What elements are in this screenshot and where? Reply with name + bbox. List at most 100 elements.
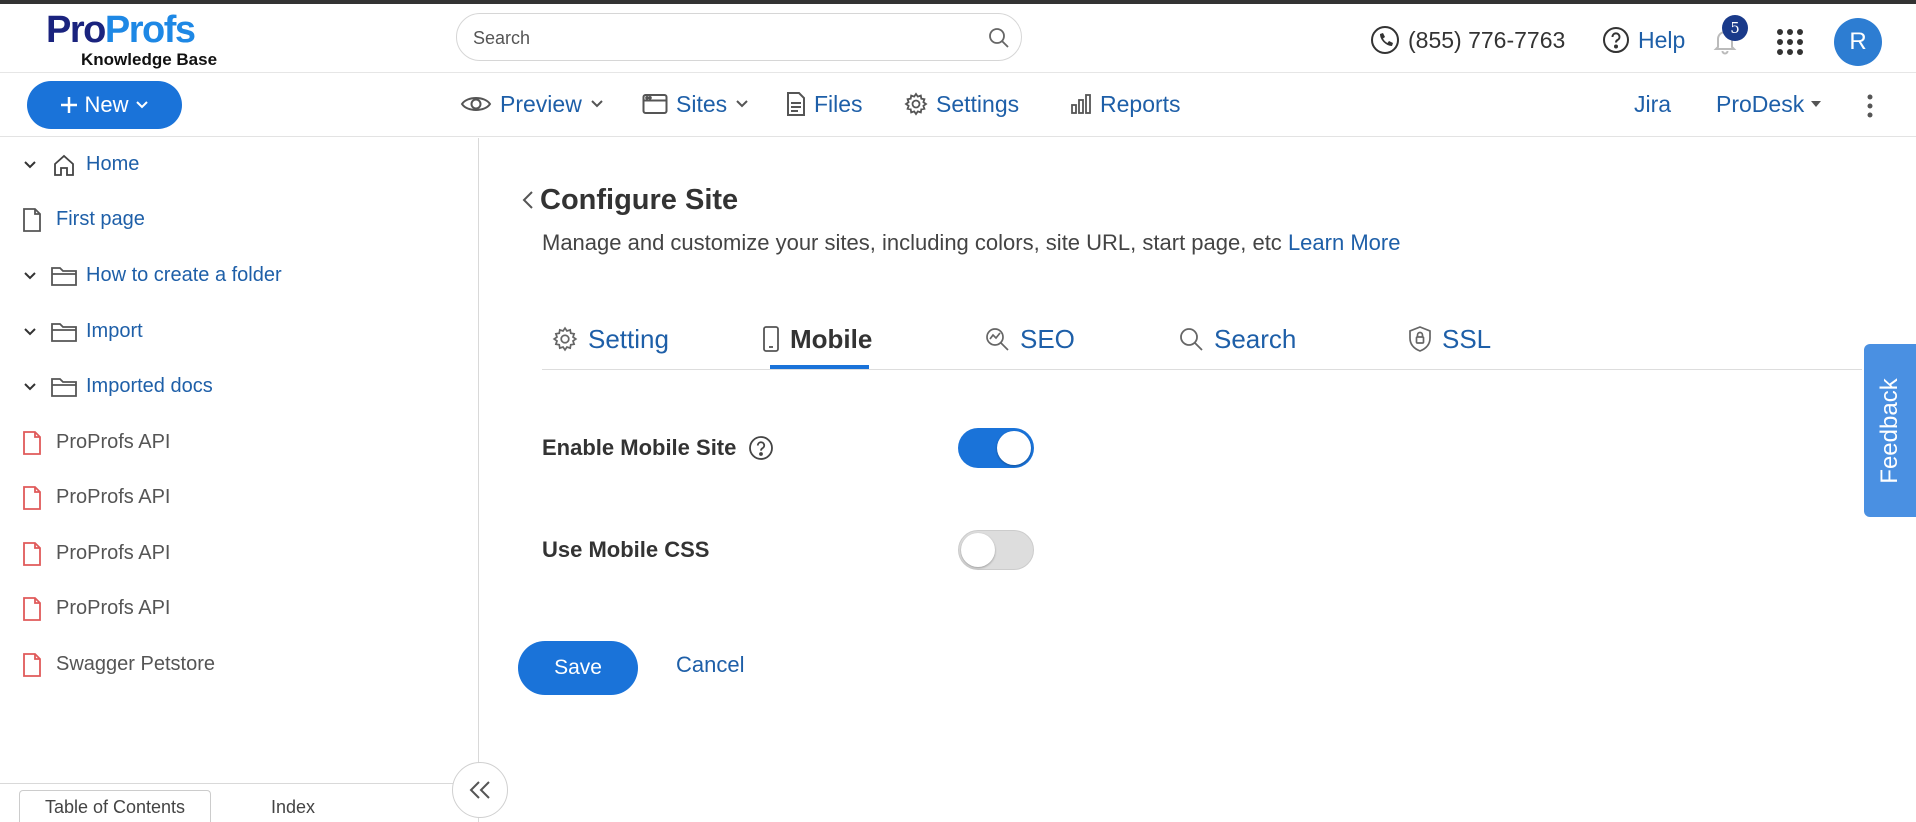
page-icon: [23, 208, 41, 232]
chevron-down-icon[interactable]: [20, 377, 40, 397]
sidebar: Home First page How to create a folder I…: [0, 138, 479, 822]
chevron-down-icon[interactable]: [20, 266, 40, 286]
question-circle-icon: [1603, 27, 1629, 53]
sidebar-item-home[interactable]: Home: [0, 147, 470, 183]
nav-settings-label: Settings: [936, 90, 1020, 117]
configure-site-tabs: Setting Mobile SEO Search SSL: [542, 308, 1862, 370]
tab-mobile[interactable]: Mobile: [762, 318, 872, 360]
sidebar-item-label: Import: [86, 320, 143, 342]
chevron-down-icon[interactable]: [20, 322, 40, 342]
search-icon[interactable]: [987, 26, 1011, 50]
sidebar-item-proprofs-api[interactable]: ProProfs API: [0, 536, 470, 572]
header: ProProfs Knowledge Base (855) 776-7763 H…: [0, 4, 1916, 73]
active-tab-indicator: [770, 365, 869, 369]
page-description: Manage and customize your sites, includi…: [542, 230, 1400, 256]
user-avatar[interactable]: R: [1834, 18, 1882, 66]
question-circle-icon[interactable]: [748, 435, 774, 461]
back-chevron-icon[interactable]: [518, 188, 538, 212]
sidebar-item-label: First page: [56, 208, 145, 230]
nav-reports[interactable]: Reports: [1070, 87, 1181, 121]
bar-chart-icon: [1071, 94, 1091, 114]
file-icon: [787, 92, 805, 116]
nav-preview-label: Preview: [500, 90, 582, 117]
nav-files[interactable]: Files: [786, 87, 863, 121]
learn-more-link[interactable]: Learn More: [1288, 230, 1401, 255]
enable-mobile-site-toggle[interactable]: [958, 428, 1034, 468]
prodesk-label: ProDesk: [1716, 90, 1805, 117]
description-text: Manage and customize your sites, includi…: [542, 230, 1282, 255]
caret-down-icon: [1811, 101, 1822, 107]
eye-icon: [460, 97, 492, 111]
sidebar-item-imported-docs[interactable]: Imported docs: [0, 369, 470, 405]
folder-icon: [51, 267, 77, 286]
use-mobile-css-toggle[interactable]: [958, 530, 1034, 570]
setting-label: Enable Mobile Site: [542, 435, 737, 460]
help-link[interactable]: Help: [1602, 24, 1685, 56]
sidebar-item-proprofs-api[interactable]: ProProfs API: [0, 591, 470, 627]
sidebar-item-how-to-create-a-folder[interactable]: How to create a folder: [0, 258, 470, 294]
sidebar-item-proprofs-api[interactable]: ProProfs API: [0, 425, 470, 461]
cancel-button[interactable]: Cancel: [676, 652, 744, 678]
phone-number: (855) 776-7763: [1408, 26, 1566, 53]
chevron-down-icon: [736, 100, 748, 108]
phone-contact[interactable]: (855) 776-7763: [1370, 24, 1565, 56]
kebab-menu-icon[interactable]: [1860, 93, 1880, 119]
tab-seo[interactable]: SEO: [984, 318, 1075, 360]
sidebar-tab-bar: Table of Contents Index: [0, 783, 478, 822]
prodesk-dropdown[interactable]: ProDesk: [1716, 87, 1822, 121]
feedback-tab[interactable]: Feedback: [1864, 344, 1916, 517]
chevron-down-icon: [135, 101, 148, 109]
logo-text-profs: Profs: [104, 9, 196, 51]
setting-enable-mobile-site: Enable Mobile Site: [542, 426, 774, 470]
nav-files-label: Files: [814, 90, 863, 117]
apps-grid-icon[interactable]: [1776, 28, 1804, 56]
tab-setting-label: Setting: [588, 323, 669, 354]
sidebar-item-proprofs-api[interactable]: ProProfs API: [0, 480, 470, 516]
tab-search[interactable]: Search: [1178, 318, 1296, 360]
sidebar-item-label: ProProfs API: [56, 542, 171, 564]
jira-link[interactable]: Jira: [1634, 87, 1671, 121]
api-page-icon: [23, 486, 41, 510]
sidebar-item-label: Imported docs: [86, 375, 213, 397]
nav-settings[interactable]: Settings: [904, 87, 1019, 121]
search-input[interactable]: [473, 26, 973, 50]
tab-search-label: Search: [1214, 323, 1297, 354]
nav-reports-label: Reports: [1100, 90, 1181, 117]
nav-sites[interactable]: Sites: [642, 87, 749, 121]
sidebar-item-first-page[interactable]: First page: [0, 202, 470, 238]
chevron-down-icon: [591, 100, 603, 108]
sidebar-item-import[interactable]: Import: [0, 314, 470, 350]
toolbar: New Preview Sites Files Settings Reports…: [0, 73, 1916, 137]
home-icon: [54, 154, 74, 176]
nav-preview[interactable]: Preview: [460, 87, 604, 121]
new-button[interactable]: New: [27, 81, 182, 129]
mobile-icon: [763, 326, 779, 352]
setting-label: Use Mobile CSS: [542, 537, 710, 562]
gear-icon: [552, 326, 578, 352]
search-icon: [1180, 328, 1203, 351]
api-page-icon: [23, 597, 41, 621]
tab-ssl[interactable]: SSL: [1408, 318, 1491, 360]
sidebar-item-swagger-petstore[interactable]: Swagger Petstore: [0, 647, 470, 683]
logo-subtitle: Knowledge Base: [81, 50, 218, 69]
folder-icon: [51, 378, 77, 397]
tab-setting[interactable]: Setting: [552, 318, 669, 360]
phone-icon: [1371, 26, 1399, 54]
seo-icon: [986, 328, 1009, 351]
proprofs-logo[interactable]: ProProfs Knowledge Base: [46, 10, 236, 70]
chevron-down-icon[interactable]: [20, 155, 40, 175]
tab-table-of-contents[interactable]: Table of Contents: [19, 790, 211, 822]
toggle-knob: [961, 533, 995, 567]
browser-icon: [642, 94, 668, 114]
feedback-label: Feedback: [1876, 377, 1903, 484]
jira-label: Jira: [1634, 90, 1672, 117]
tab-index[interactable]: Index: [238, 790, 348, 822]
save-button[interactable]: Save: [518, 641, 638, 695]
sidebar-item-label: ProProfs API: [56, 486, 171, 508]
sidebar-item-label: Swagger Petstore: [56, 653, 215, 675]
api-page-icon: [23, 542, 41, 566]
tab-seo-label: SEO: [1020, 323, 1075, 354]
api-page-icon: [23, 431, 41, 455]
page-title: Configure Site: [540, 184, 739, 216]
tab-ssl-label: SSL: [1442, 323, 1492, 354]
